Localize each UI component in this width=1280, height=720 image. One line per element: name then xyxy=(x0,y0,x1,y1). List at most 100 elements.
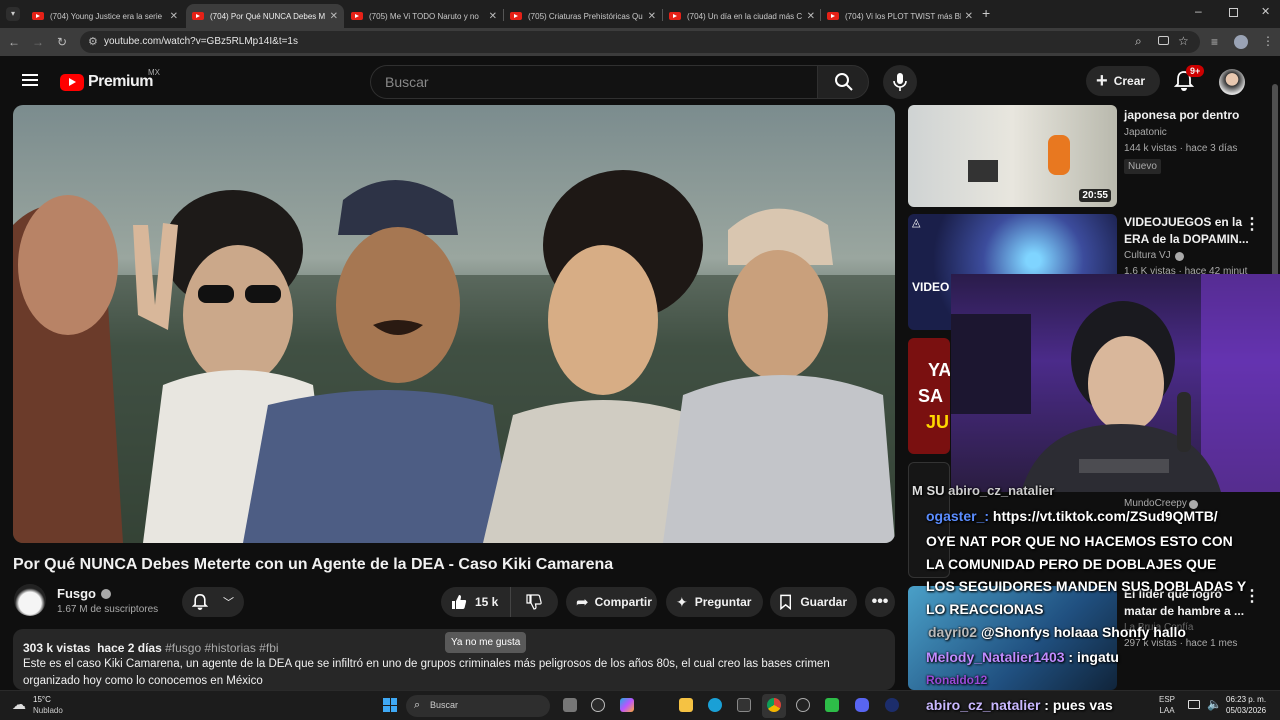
browser-tab[interactable]: (704) Vi los PLOT TWIST más Bl ✕ xyxy=(821,4,979,28)
maximize-icon[interactable] xyxy=(1229,8,1238,17)
save-button[interactable]: Guardar xyxy=(770,587,857,617)
browser-tab[interactable]: (705) Me Vi TODO Naruto y no ✕ xyxy=(345,4,503,28)
browser-tab-active[interactable]: (704) Por Qué NUNCA Debes M ✕ xyxy=(186,4,344,28)
chat-text: : pues vas xyxy=(1044,697,1113,713)
notifications-button[interactable]: 9+ xyxy=(1173,65,1205,92)
related-title[interactable]: VIDEOJUEGOS en la xyxy=(1124,214,1242,230)
video-options-icon[interactable]: ⋮ xyxy=(1244,586,1260,606)
related-title[interactable]: ERA de la DOPAMIN... xyxy=(1124,231,1249,247)
chevron-down-icon: ﹀ xyxy=(223,597,234,609)
youtube-favicon-icon xyxy=(351,12,363,20)
taskbar-search[interactable]: ⌕ Buscar xyxy=(406,695,550,717)
app-icon[interactable] xyxy=(885,698,899,712)
dislike-button[interactable] xyxy=(511,587,557,617)
profile-icon[interactable] xyxy=(1234,35,1248,49)
clock[interactable]: 06:23 p. m. 05/03/2026 xyxy=(1226,694,1266,716)
thumbnail-text: SA xyxy=(918,386,944,406)
reload-icon[interactable]: ↻ xyxy=(57,36,67,48)
address-toolbar: ← → ↻ ⚙ youtube.com/watch?v=GBz5RLMp14I&… xyxy=(0,28,1280,56)
video-options-icon[interactable]: ⋮ xyxy=(1244,214,1260,234)
share-label: Compartir xyxy=(594,595,652,609)
dislike-tooltip: Ya no me gusta xyxy=(445,632,527,653)
chat-user: Melody_Natalier1403 xyxy=(926,649,1065,665)
browser-tab[interactable]: (705) Criaturas Prehistóricas Qu ✕ xyxy=(504,4,662,28)
weather-temp: 15°C xyxy=(33,695,51,704)
upload-age: hace 2 días xyxy=(97,641,162,655)
tab-close-icon[interactable]: ✕ xyxy=(648,11,656,22)
xbox-icon[interactable] xyxy=(737,698,751,712)
create-label: Crear xyxy=(1113,74,1146,88)
more-actions-button[interactable]: ••• xyxy=(865,587,895,617)
video-player[interactable] xyxy=(13,105,895,543)
bookmark-star-icon[interactable]: ☆ xyxy=(1178,34,1189,48)
site-info-icon[interactable]: ⚙ xyxy=(88,35,98,48)
like-count: 15 k xyxy=(475,595,499,609)
app-icon[interactable] xyxy=(591,698,605,712)
chat-message: OYE NAT POR QUE NO HACEMOS ESTO CON LA C… xyxy=(926,530,1246,620)
forward-icon[interactable]: → xyxy=(32,36,44,48)
ask-button[interactable]: ✦ Preguntar xyxy=(666,587,763,617)
browser-tab[interactable]: (704) Un día en la ciudad más C ✕ xyxy=(663,4,821,28)
chrome-icon[interactable] xyxy=(767,698,781,712)
like-button[interactable]: 15 k xyxy=(441,587,511,617)
tab-close-icon[interactable]: ✕ xyxy=(170,11,178,22)
close-window-icon[interactable]: ✕ xyxy=(1261,5,1270,18)
cast-icon[interactable] xyxy=(1158,36,1169,45)
taskbar-search-label: Buscar xyxy=(430,700,459,710)
thumbnail-text: YA xyxy=(928,360,950,380)
create-button[interactable]: + Crear xyxy=(1086,66,1160,96)
related-thumbnail[interactable]: YA SA JU xyxy=(908,338,950,454)
volume-icon[interactable]: 🔈 xyxy=(1207,697,1222,711)
new-tab-icon[interactable]: + xyxy=(982,5,990,21)
voice-search-button[interactable] xyxy=(883,65,917,99)
like-dislike-group: 15 k xyxy=(441,587,558,617)
windows-start-icon[interactable] xyxy=(383,698,397,712)
back-icon[interactable]: ← xyxy=(8,36,20,48)
browser-tab[interactable]: (704) Young Justice era la serie ✕ xyxy=(26,4,184,28)
search-button[interactable] xyxy=(817,65,869,99)
share-icon: ➦ xyxy=(576,594,589,611)
tab-close-icon[interactable]: ✕ xyxy=(965,11,973,22)
related-channel[interactable]: Japatonic xyxy=(1124,127,1167,138)
discord-icon[interactable] xyxy=(855,698,869,712)
minimize-icon[interactable]: – xyxy=(1195,4,1202,18)
task-view-icon[interactable] xyxy=(563,698,577,712)
channel-avatar[interactable] xyxy=(14,584,46,616)
search-input[interactable]: Buscar xyxy=(370,65,818,99)
tab-search-dropdown-icon[interactable]: ▾ xyxy=(6,7,20,21)
hashtags[interactable]: #fusgo #historias #fbi xyxy=(165,641,278,655)
subscribed-button[interactable]: ﹀ xyxy=(182,587,244,617)
language-indicator[interactable]: ESP LAA xyxy=(1159,694,1175,716)
weather-widget[interactable]: ☁ 15°C Nublado xyxy=(12,694,72,718)
related-channel[interactable]: Cultura VJ xyxy=(1124,250,1171,261)
account-avatar[interactable] xyxy=(1219,69,1245,95)
tab-close-icon[interactable]: ✕ xyxy=(330,11,338,22)
hamburger-menu-icon[interactable] xyxy=(22,74,38,86)
app-icon[interactable] xyxy=(825,698,839,712)
youtube-favicon-icon xyxy=(827,12,839,20)
chat-message: Ronaldo12 xyxy=(926,673,987,687)
zoom-icon[interactable]: ⌕ xyxy=(1135,34,1142,49)
youtube-logo[interactable]: Premium xyxy=(60,73,153,91)
edge-icon[interactable] xyxy=(708,698,722,712)
webcam-overlay xyxy=(951,274,1280,492)
tab-close-icon[interactable]: ✕ xyxy=(807,11,815,22)
tab-close-icon[interactable]: ✕ xyxy=(489,11,497,22)
copilot-icon[interactable] xyxy=(620,698,634,712)
file-explorer-icon[interactable] xyxy=(679,698,693,712)
related-title[interactable]: japonesa por dentro xyxy=(1124,107,1239,123)
browser-tab-strip: ▾ (704) Young Justice era la serie ✕ (704… xyxy=(0,0,1280,28)
browser-menu-icon[interactable]: ⋮ xyxy=(1262,35,1274,47)
obs-icon[interactable] xyxy=(796,698,810,712)
url-bar[interactable]: ⚙ youtube.com/watch?v=GBz5RLMp14I&t=1s ⌕… xyxy=(80,31,1200,53)
related-thumbnail[interactable]: 20:55 xyxy=(908,105,1117,207)
description-line: Este es el caso Kiki Camarena, un agente… xyxy=(23,658,830,670)
network-icon[interactable] xyxy=(1188,700,1200,709)
thumbs-down-icon xyxy=(526,594,542,610)
channel-name[interactable]: Fusgo xyxy=(57,586,111,601)
share-button[interactable]: ➦ Compartir xyxy=(566,587,657,617)
verified-icon xyxy=(101,588,111,599)
tab-title: (704) Young Justice era la serie xyxy=(50,11,163,21)
view-count: 303 k vistas xyxy=(23,641,91,655)
reading-list-icon[interactable]: ≡ xyxy=(1211,36,1218,48)
